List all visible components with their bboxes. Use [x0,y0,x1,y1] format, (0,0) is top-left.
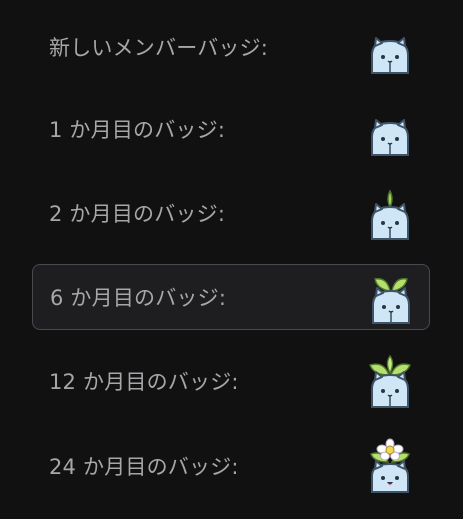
badge-label: 24 か月目のバッジ: [49,455,239,479]
badge-label: 6 か月目のバッジ: [50,286,227,310]
badge-row-12-months[interactable]: 12 か月目のバッジ: [32,348,430,414]
badge-row-2-months[interactable]: 2 か月目のバッジ: [32,180,430,246]
mascot-flower-icon [366,438,414,494]
mascot-plain-icon [366,19,414,75]
badge-label: 12 か月目のバッジ: [49,370,239,394]
badge-row-1-month[interactable]: 1 か月目のバッジ: [32,96,430,162]
badge-row-6-months[interactable]: 6 か月目のバッジ: [32,264,430,330]
mascot-plain-icon [366,101,414,157]
badge-row-new-member[interactable]: 新しいメンバーバッジ: [32,14,430,80]
badge-label: 1 か月目のバッジ: [49,118,226,142]
badge-label: 新しいメンバーバッジ: [49,36,269,60]
badge-label: 2 か月目のバッジ: [49,202,226,226]
mascot-leaves-icon [366,353,414,409]
mascot-seed-icon [366,185,414,241]
badge-row-24-months[interactable]: 24 か月目のバッジ: [32,433,430,499]
mascot-sprout-icon [367,269,415,325]
